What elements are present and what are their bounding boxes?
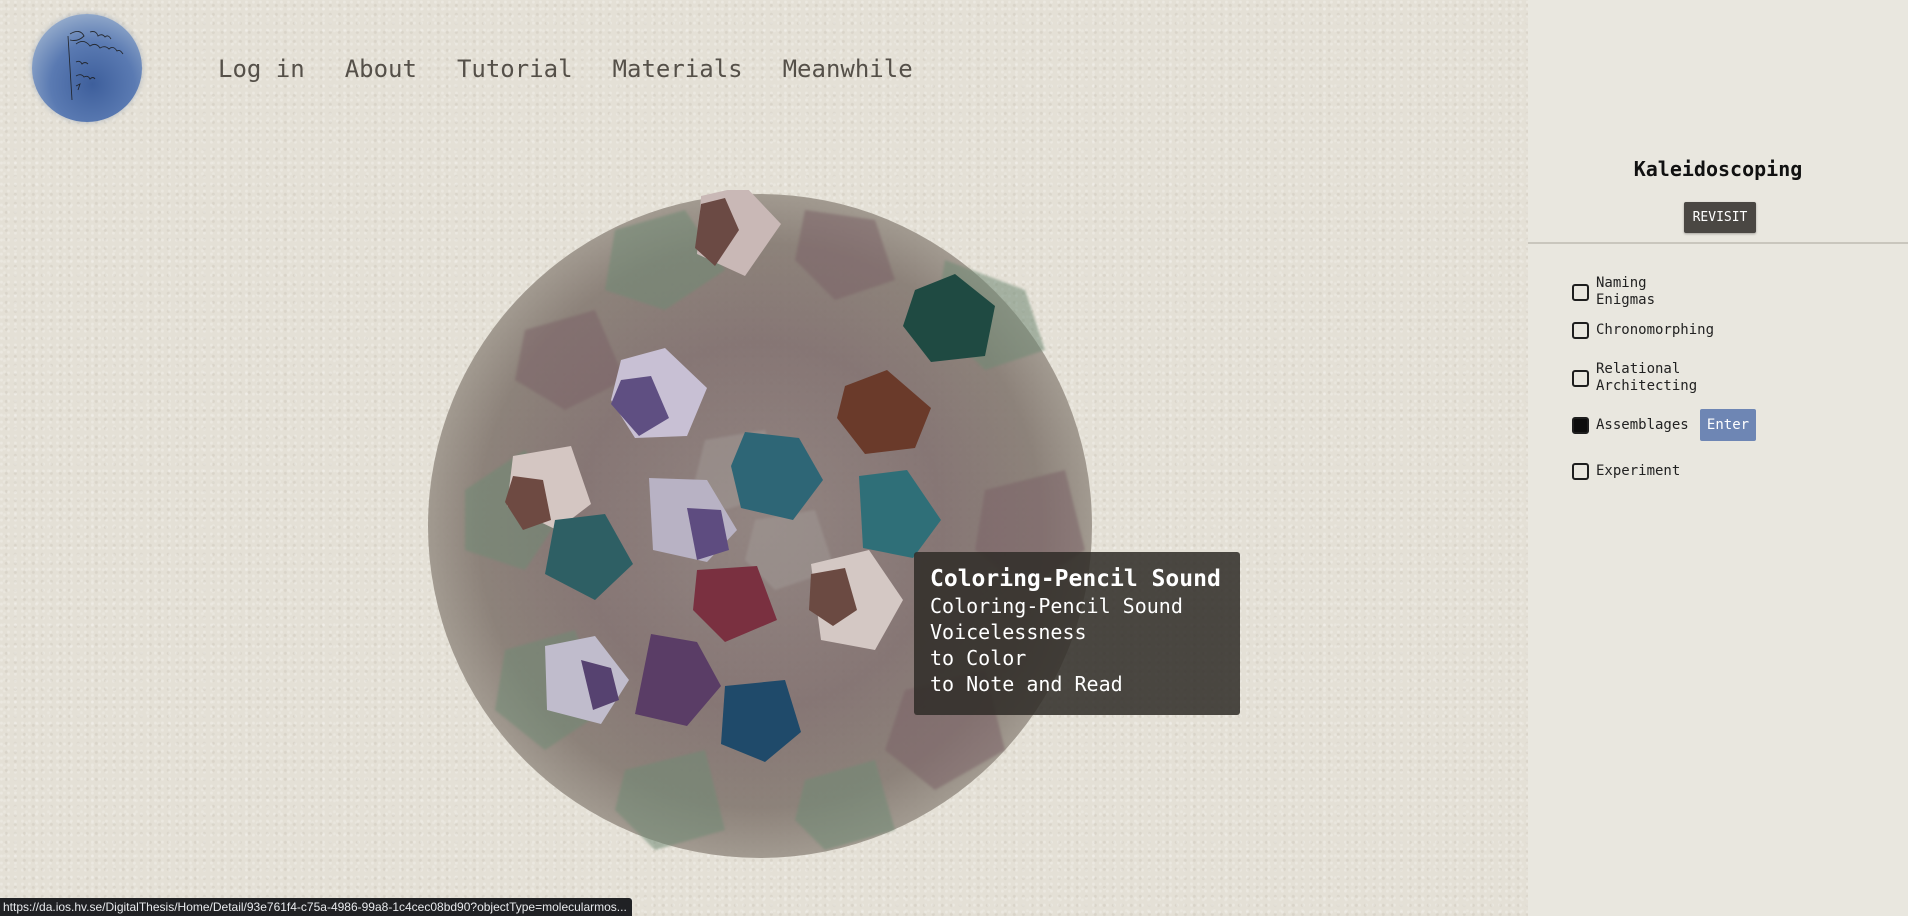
nav-meanwhile[interactable]: Meanwhile (783, 55, 913, 83)
tooltip-title: Coloring-Pencil Sound (930, 566, 1221, 592)
browser-status-url: https://da.ios.hv.se/DigitalThesis/Home/… (0, 898, 632, 916)
logo[interactable] (32, 14, 142, 122)
checkbox-checked[interactable] (1572, 416, 1589, 434)
nav-about[interactable]: About (345, 55, 417, 83)
option-assemblages[interactable]: Assemblages Enter (1572, 409, 1756, 441)
option-label: Chronomorphing (1596, 322, 1715, 338)
option-label: Assemblages (1596, 416, 1689, 433)
checkbox[interactable] (1572, 283, 1589, 301)
top-nav: Log in About Tutorial Materials Meanwhil… (218, 55, 913, 83)
checkbox[interactable] (1572, 369, 1589, 387)
nav-tutorial[interactable]: Tutorial (457, 55, 573, 83)
option-label: Relational Architecting (1596, 361, 1698, 394)
option-chronomorphing[interactable]: Chronomorphing (1572, 322, 1715, 339)
main-canvas: Log in About Tutorial Materials Meanwhil… (0, 0, 1528, 916)
revisit-button[interactable]: REVISIT (1684, 202, 1756, 233)
kaleidoscope-mosaic[interactable] (425, 190, 1095, 862)
hover-tooltip: Coloring-Pencil Sound Coloring-Pencil So… (914, 552, 1240, 715)
tooltip-line: Coloring-Pencil Sound (930, 594, 1183, 618)
option-naming-enigmas[interactable]: Naming Enigmas (1572, 275, 1712, 309)
checkbox[interactable] (1572, 463, 1589, 480)
sidebar: Kaleidoscoping REVISIT Naming Enigmas Ch… (1528, 0, 1908, 916)
option-experiment[interactable]: Experiment (1572, 463, 1712, 480)
sidebar-divider (1528, 242, 1908, 244)
tooltip-line: Voicelessness (930, 620, 1087, 644)
tooltip-line: to Color (930, 646, 1027, 670)
enter-button[interactable]: Enter (1700, 409, 1756, 441)
sidebar-title: Kaleidoscoping (1633, 157, 1803, 181)
option-label: Naming Enigmas (1596, 275, 1656, 308)
option-relational-architecting[interactable]: Relational Architecting (1572, 361, 1712, 395)
nav-log-in[interactable]: Log in (218, 55, 305, 83)
checkbox[interactable] (1572, 322, 1589, 339)
option-label: Experiment (1596, 463, 1681, 479)
tooltip-line: to Note and Read (930, 672, 1123, 696)
logo-signature-icon (67, 31, 124, 101)
nav-materials[interactable]: Materials (613, 55, 743, 83)
